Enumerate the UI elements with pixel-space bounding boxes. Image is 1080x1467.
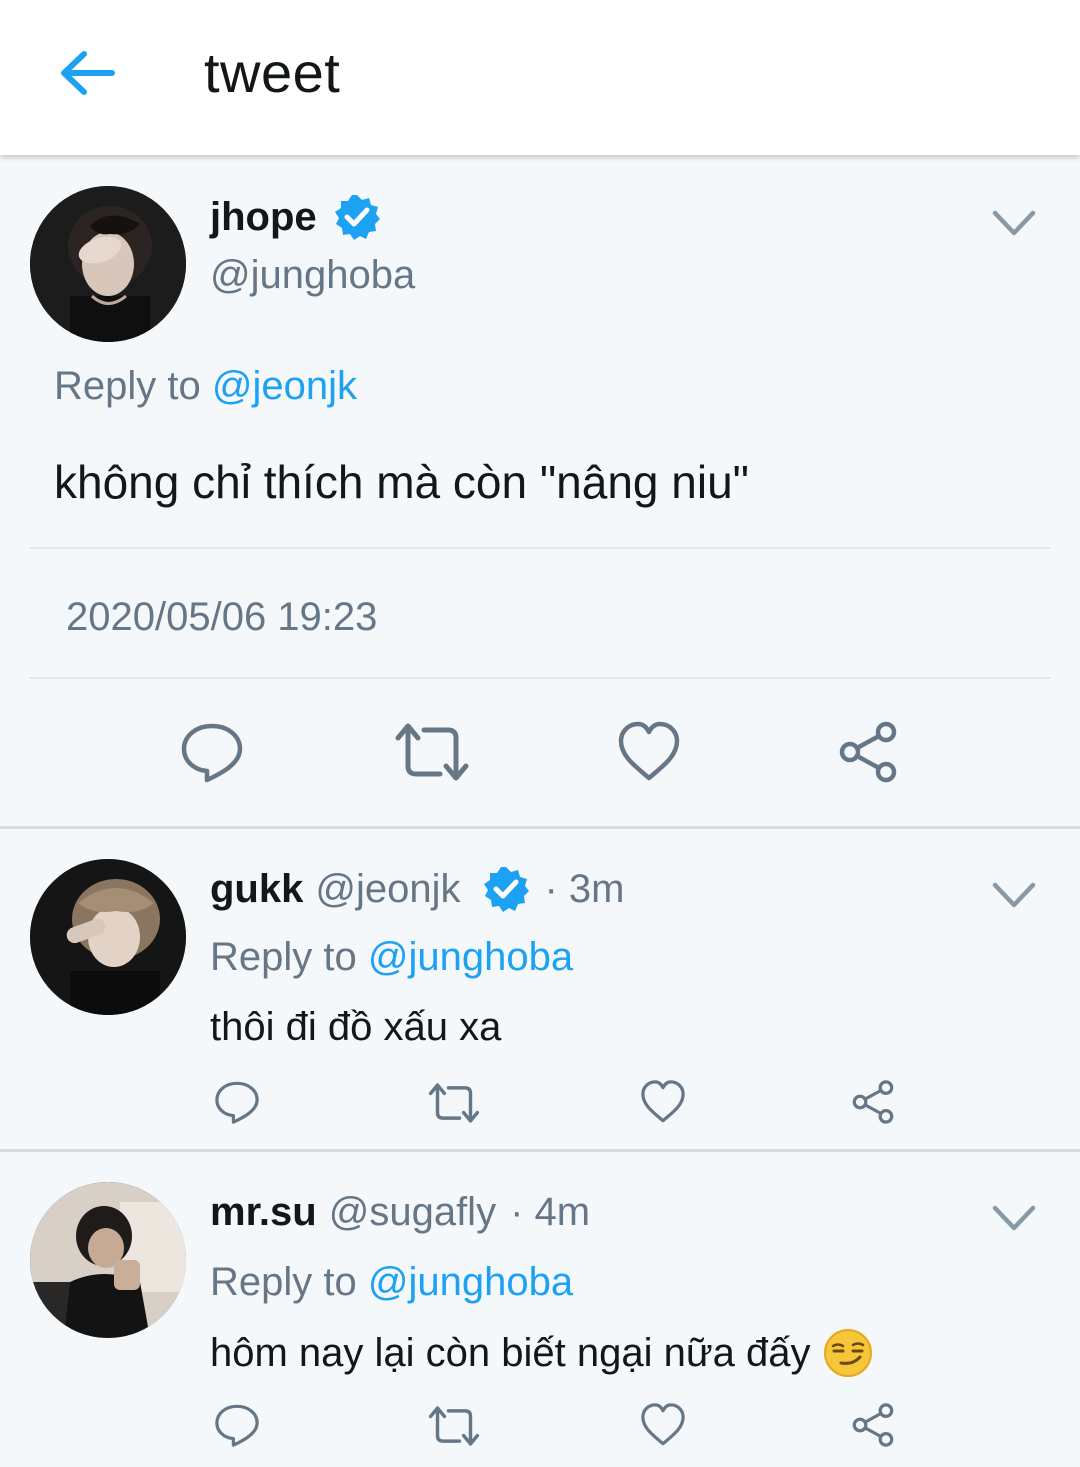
- divider: [30, 547, 1050, 549]
- avatar[interactable]: [30, 1182, 186, 1338]
- user-handle[interactable]: @junghoba: [210, 253, 415, 298]
- reply-to-link[interactable]: @junghoba: [368, 935, 573, 979]
- reply-to-link[interactable]: @junghoba: [368, 1260, 573, 1304]
- like-icon[interactable]: [640, 1402, 686, 1448]
- user-handle[interactable]: @sugafly: [329, 1190, 496, 1235]
- reply-tweet[interactable]: mr.su @sugafly · 4m Reply to @junghoba h…: [0, 1152, 1080, 1467]
- share-icon[interactable]: [850, 1402, 896, 1448]
- author-row: gukk @jeonjk · 3m: [210, 865, 624, 913]
- chevron-down-icon[interactable]: [992, 209, 1036, 239]
- top-app-bar: tweet: [0, 0, 1080, 155]
- tweet-text-row: hôm nay lại còn biết ngại nữa đấy: [210, 1328, 873, 1378]
- chevron-down-icon[interactable]: [992, 1204, 1036, 1234]
- share-icon[interactable]: [836, 720, 900, 784]
- retweet-icon[interactable]: [426, 1404, 482, 1448]
- verified-badge-icon: [333, 193, 381, 241]
- verified-badge-icon: [482, 865, 530, 913]
- arrow-left-icon[interactable]: [56, 48, 116, 98]
- author-row: jhope: [210, 193, 381, 241]
- relative-time: · 4m: [510, 1190, 591, 1234]
- reply-to-line: Reply to @junghoba: [210, 935, 573, 980]
- user-handle[interactable]: @jeonjk: [315, 867, 460, 912]
- reply-prefix: Reply to: [210, 935, 357, 979]
- chevron-down-icon[interactable]: [992, 881, 1036, 911]
- author-row: mr.su @sugafly · 4m: [210, 1190, 590, 1235]
- like-icon[interactable]: [640, 1079, 686, 1125]
- tweet-timestamp: 2020/05/06 19:23: [66, 595, 378, 639]
- divider: [30, 677, 1050, 679]
- page-title: tweet: [204, 41, 341, 104]
- reply-icon[interactable]: [214, 1402, 260, 1448]
- display-name[interactable]: mr.su: [210, 1190, 317, 1235]
- reply-prefix: Reply to: [210, 1260, 357, 1304]
- display-name[interactable]: gukk: [210, 867, 303, 912]
- retweet-icon[interactable]: [426, 1081, 482, 1125]
- avatar[interactable]: [30, 186, 186, 342]
- reply-icon[interactable]: [214, 1079, 260, 1125]
- tweet-text: hôm nay lại còn biết ngại nữa đấy: [210, 1330, 811, 1375]
- smirking-face-icon: [823, 1329, 872, 1377]
- reply-icon[interactable]: [180, 720, 244, 784]
- relative-time: · 3m: [544, 866, 625, 911]
- reply-prefix: Reply to: [54, 364, 201, 408]
- avatar[interactable]: [30, 859, 186, 1015]
- reply-to-line: Reply to @junghoba: [210, 1260, 573, 1305]
- reply-to-link[interactable]: @jeonjk: [212, 364, 357, 408]
- reply-to-line: Reply to @jeonjk: [54, 364, 357, 409]
- like-icon[interactable]: [617, 720, 681, 784]
- share-icon[interactable]: [850, 1079, 896, 1125]
- retweet-icon[interactable]: [392, 720, 472, 784]
- tweet-text: không chỉ thích mà còn "nâng niu": [54, 456, 749, 508]
- reply-tweet[interactable]: gukk @jeonjk · 3m Reply to @junghoba thô…: [0, 829, 1080, 1149]
- main-tweet: jhope @junghoba Reply to @jeonjk không c…: [0, 155, 1080, 827]
- display-name[interactable]: jhope: [210, 195, 317, 240]
- tweet-text: thôi đi đồ xấu xa: [210, 1005, 502, 1049]
